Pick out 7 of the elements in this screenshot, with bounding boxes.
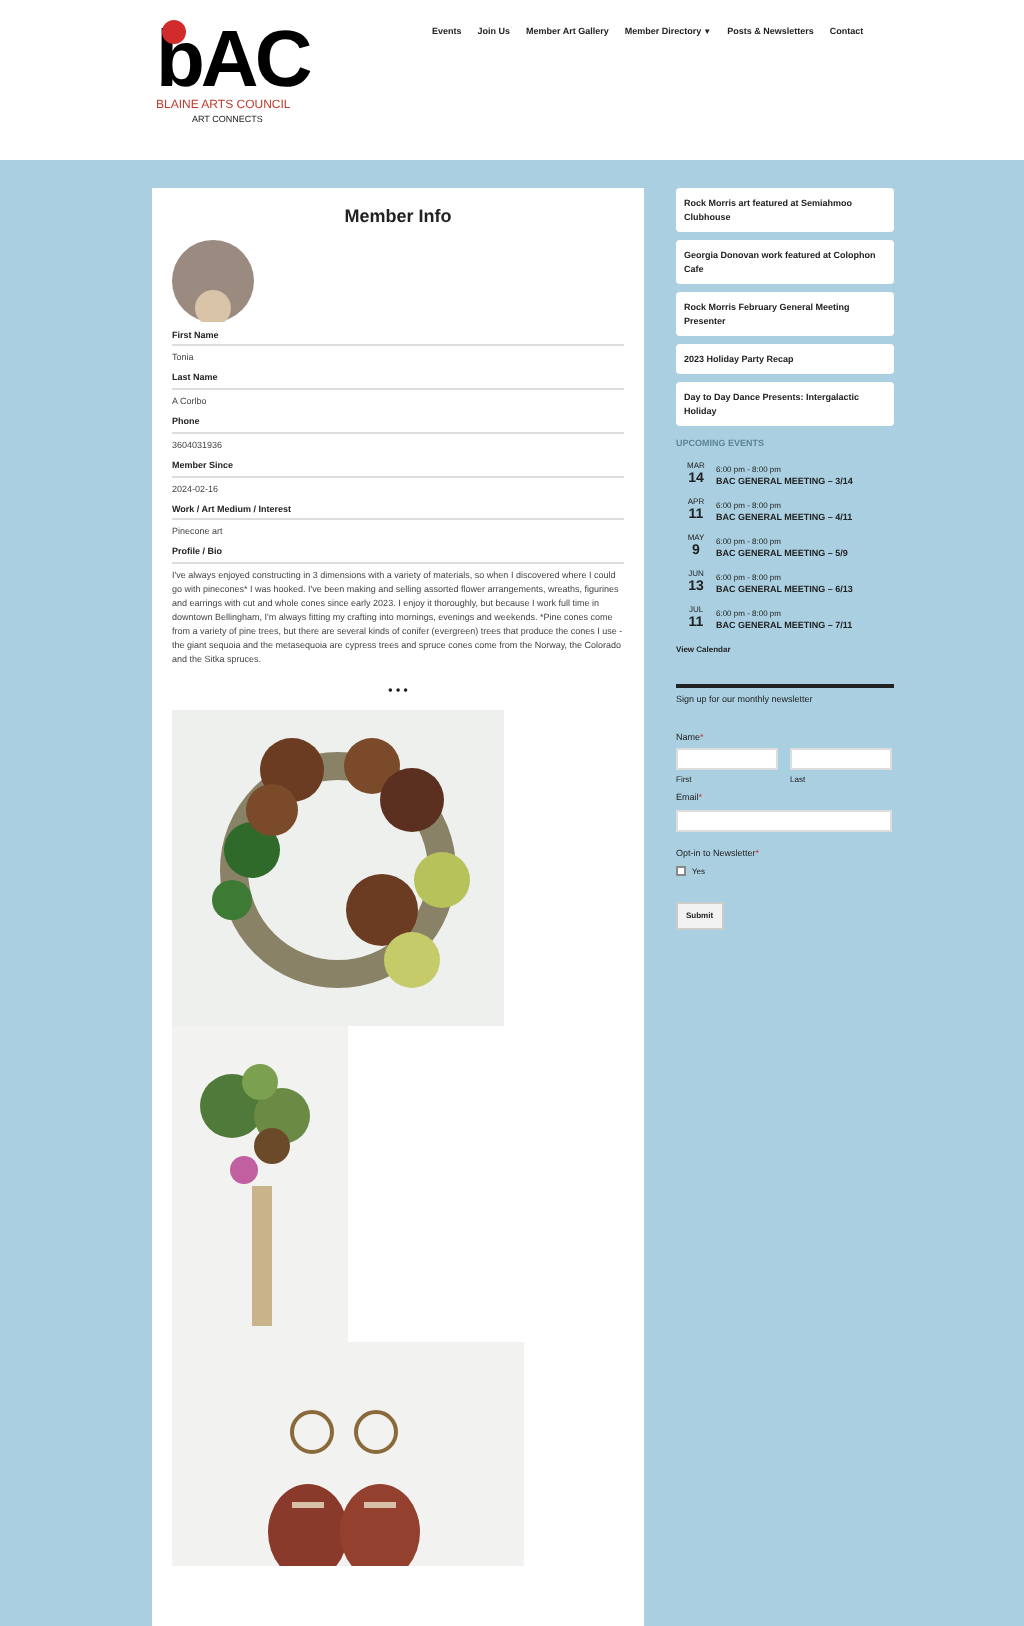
checkbox[interactable]: [676, 866, 686, 877]
first-name-field[interactable]: [676, 748, 778, 771]
avatar: [172, 239, 254, 321]
logo[interactable]: bAC: [156, 20, 309, 100]
email-field[interactable]: [676, 810, 892, 832]
last-name-field[interactable]: [790, 748, 892, 771]
page-title: Member Info: [342, 204, 454, 230]
